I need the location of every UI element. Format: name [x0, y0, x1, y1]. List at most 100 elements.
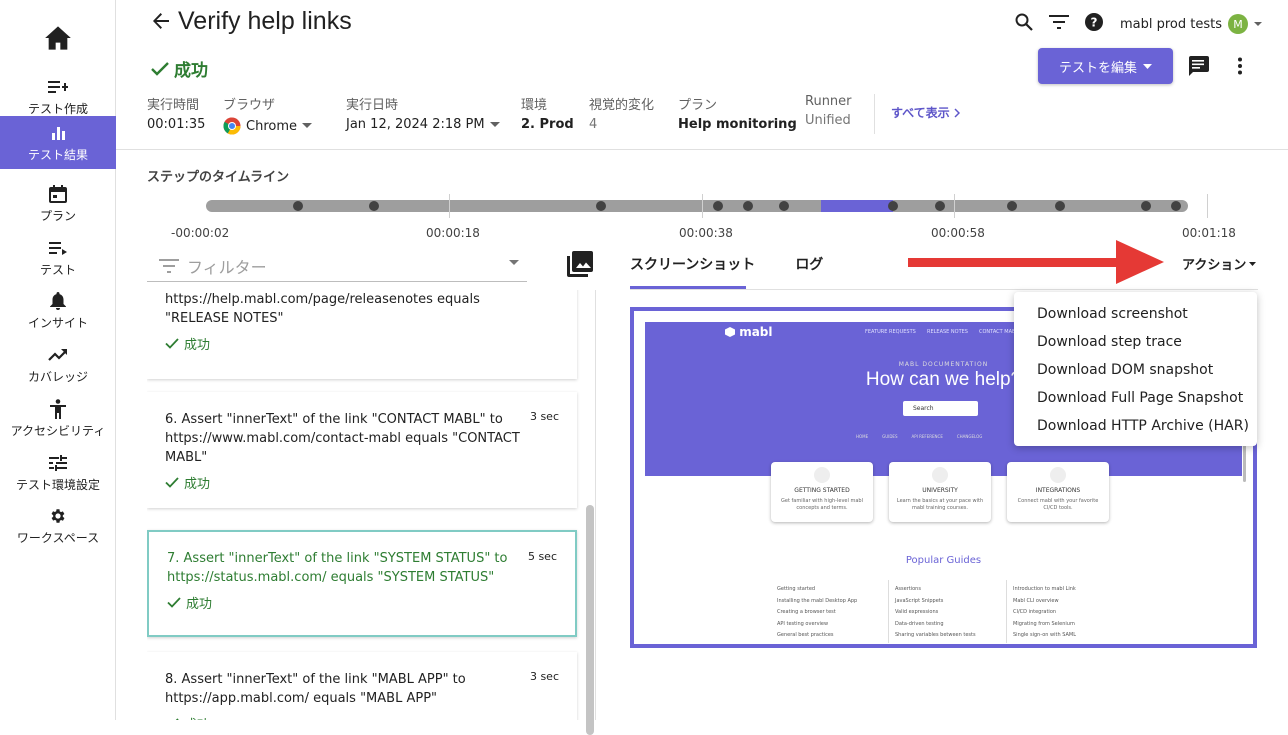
user-menu[interactable]: mabl prod tests M — [1120, 14, 1263, 34]
sidebar-item-accessibility[interactable]: アクセシビリティ — [0, 392, 116, 445]
back-button[interactable] — [152, 12, 170, 34]
guide-link: Getting started — [777, 586, 816, 592]
guide-link: Assertions — [895, 586, 921, 592]
run-date-value: Jan 12, 2024 2:18 PM — [346, 117, 485, 132]
step-card[interactable]: https://help.mabl.com/page/releasenotes … — [147, 290, 577, 379]
check-icon — [165, 477, 179, 488]
browser-select[interactable]: Chrome — [223, 117, 312, 135]
tab-baseline — [630, 289, 1258, 290]
guide-link: Installing the mabl Desktop App — [777, 597, 858, 604]
timeline-step-dot[interactable] — [1007, 201, 1017, 211]
sidebar: テスト作成 テスト結果 プラン テスト インサイト カバレッジ アクセシビリティ… — [0, 0, 116, 720]
timeline-step-dot[interactable] — [713, 201, 723, 211]
timeline-title: ステップのタイムライン — [147, 170, 290, 185]
meta-label: ブラウザ — [223, 98, 276, 113]
comment-icon — [1189, 56, 1209, 76]
sidebar-item-workspace[interactable]: ワークスペース — [0, 499, 116, 552]
check-icon — [151, 61, 169, 76]
divider — [1006, 580, 1007, 643]
sidebar-item-environment-settings[interactable]: テスト環境設定 — [0, 446, 116, 499]
timeline-step-dot[interactable] — [935, 201, 945, 211]
sidebar-item-label: インサイト — [27, 316, 88, 330]
tab-indicator — [630, 286, 746, 289]
guide-link: CI/CD integration — [1013, 609, 1057, 615]
menu-item-download-step-trace[interactable]: Download step trace — [1014, 328, 1257, 356]
meta-value[interactable]: Help monitoring — [678, 117, 797, 132]
tab-log[interactable]: ログ — [795, 254, 823, 288]
timeline-step-dot[interactable] — [779, 201, 789, 211]
search-button[interactable] — [1014, 12, 1034, 32]
gear-icon — [51, 509, 65, 523]
step-text: https://help.mabl.com/page/releasenotes … — [165, 292, 480, 326]
help-icon: ? — [1085, 13, 1103, 31]
detail-tabs: スクリーンショット ログ — [630, 254, 863, 288]
sidebar-item-coverage[interactable]: カバレッジ — [0, 338, 116, 391]
chevron-right-icon — [954, 107, 960, 118]
timeline-step-dot[interactable] — [1141, 201, 1151, 211]
edit-test-button[interactable]: テストを編集 — [1038, 48, 1173, 84]
menu-item-download-har[interactable]: Download HTTP Archive (HAR) — [1014, 412, 1257, 440]
guide-link: Sharing variables between tests — [895, 632, 976, 638]
menu-item-download-dom-snapshot[interactable]: Download DOM snapshot — [1014, 356, 1257, 384]
meta-label: プラン — [678, 98, 718, 113]
check-icon — [167, 597, 181, 608]
tab-screenshot[interactable]: スクリーンショット — [630, 254, 755, 288]
filter-list-icon — [159, 258, 179, 273]
meta-label: 実行日時 — [346, 98, 399, 113]
timeline-step-dot[interactable] — [888, 201, 898, 211]
caret-down-icon — [509, 260, 519, 265]
step-filter-input[interactable]: フィルター — [147, 250, 527, 282]
card-icon — [932, 467, 948, 483]
check-icon — [165, 338, 179, 349]
timeline-label: 00:00:38 — [679, 226, 733, 240]
guide-link: Single sign-on with SAML — [1013, 632, 1076, 638]
divider — [888, 580, 889, 643]
step-card[interactable]: 6. Assert "innerText" of the link "CONTA… — [147, 392, 577, 508]
run-status: 成功 — [150, 56, 208, 81]
step-status-label: 成功 — [184, 714, 210, 720]
menu-item-download-full-page-snapshot[interactable]: Download Full Page Snapshot — [1014, 384, 1257, 412]
scrollbar-thumb[interactable] — [586, 505, 594, 735]
sidebar-item-tests[interactable]: テスト — [0, 231, 116, 284]
meta-browser: ブラウザ Chrome — [223, 94, 312, 135]
timeline-track[interactable] — [206, 200, 1188, 212]
more-options-button[interactable] — [1237, 57, 1243, 75]
step-duration: 5 sec — [527, 550, 557, 563]
timeline-tick — [1207, 194, 1208, 218]
guide-link: JavaScript Snippets — [895, 597, 944, 604]
timeline-step-dot[interactable] — [596, 201, 606, 211]
show-all-label: すべて表示 — [891, 106, 950, 120]
timeline-step-dot[interactable] — [293, 201, 303, 211]
actions-dropdown[interactable]: アクション — [1182, 254, 1257, 273]
meta-value[interactable]: 2. Prod — [521, 117, 574, 132]
menu-item-download-screenshot[interactable]: Download screenshot — [1014, 300, 1257, 328]
card-icon — [1050, 467, 1066, 483]
step-card-selected[interactable]: 7. Assert "innerText" of the link "SYSTE… — [147, 530, 577, 637]
guide-link: Valid expressions — [895, 609, 939, 615]
meta-runner: Runner Unified — [805, 94, 852, 128]
comments-button[interactable] — [1187, 56, 1209, 76]
sidebar-item-label: アクセシビリティ — [10, 424, 106, 438]
step-status: 成功 — [165, 334, 559, 353]
timeline-step-dot[interactable] — [369, 201, 379, 211]
run-date-select[interactable]: Jan 12, 2024 2:18 PM — [346, 117, 500, 132]
sidebar-item-test-results[interactable]: テスト結果 — [0, 116, 116, 169]
show-all-link[interactable]: すべて表示 — [891, 104, 960, 121]
timeline-step-dot[interactable] — [743, 201, 753, 211]
meta-plan: プラン Help monitoring — [678, 94, 797, 132]
filter-button[interactable] — [1049, 15, 1069, 29]
timeline-step-dot[interactable] — [1171, 201, 1181, 211]
screenshot-mini-tabs: HOME GUIDES API REFERENCE CHANGELOG — [856, 434, 982, 439]
timeline-step-dot[interactable] — [1055, 201, 1065, 211]
sidebar-item-plans[interactable]: プラン — [0, 177, 116, 230]
step-text: 7. Assert "innerText" of the link "SYSTE… — [167, 551, 508, 585]
step-status: 成功 — [165, 473, 559, 492]
page-header: Verify help links 成功 実行時間 00:01:35 ブラウザ … — [116, 0, 1288, 150]
home-button[interactable] — [0, 18, 116, 58]
help-button[interactable]: ? — [1085, 13, 1103, 31]
sidebar-item-insights[interactable]: インサイト — [0, 284, 116, 337]
screenshot-nav-item: RELEASE NOTES — [927, 329, 968, 335]
step-card[interactable]: 8. Assert "innerText" of the link "MABL … — [147, 652, 577, 720]
meta-label: 環境 — [521, 98, 548, 113]
gallery-button[interactable] — [566, 250, 594, 282]
